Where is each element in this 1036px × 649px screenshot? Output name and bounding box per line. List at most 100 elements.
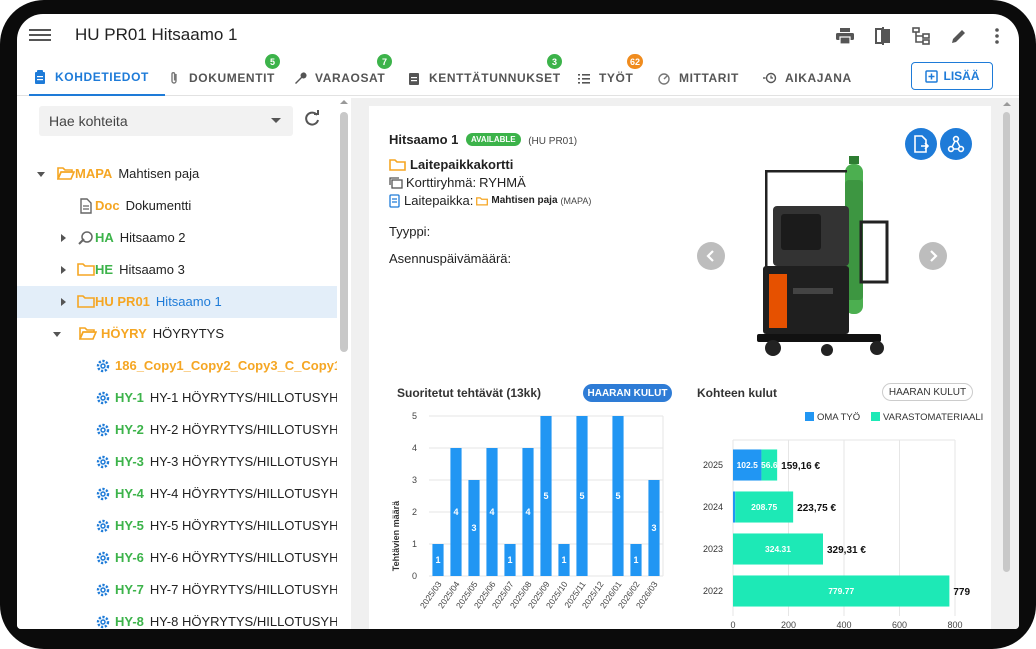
tree-item[interactable]: HY-6 HY-6 HÖYRYTYS/HILLOTUSYHI — [17, 542, 337, 574]
scrollbar-thumb[interactable] — [340, 112, 348, 352]
bar-value-label: 3 — [471, 523, 476, 533]
tree-item[interactable]: HA Hitsaamo 2 — [17, 222, 337, 254]
tab-dokumentit[interactable]: DOKUMENTIT 5 — [167, 54, 280, 96]
legend-label: VARASTOMATERIAALI — [883, 412, 983, 423]
share-network-button[interactable] — [940, 128, 972, 160]
tab-badge: 5 — [265, 54, 280, 69]
welding-machine-image — [757, 156, 889, 356]
tree-item-name: HY-1 HÖYRYTYS/HILLOTUSYHI — [149, 390, 337, 405]
paperclip-icon — [171, 72, 177, 84]
costs-chart-title: Kohteen kulut — [697, 386, 777, 400]
image-part — [859, 220, 889, 284]
tree-item[interactable]: HÖYRY HÖYRYTYS — [17, 318, 337, 350]
folder-icon — [77, 294, 95, 310]
search-select[interactable]: Hae kohteita — [39, 106, 293, 136]
bar-value-label: 1 — [507, 555, 512, 565]
export-document-button[interactable] — [905, 128, 937, 160]
scroll-up-arrow-icon[interactable] — [1003, 100, 1011, 108]
folder-icon — [476, 196, 489, 206]
location-value[interactable]: Mahtisen paja — [491, 195, 557, 206]
folder-open-icon — [56, 166, 76, 182]
folder-icon — [389, 159, 406, 171]
tree-item-code: HY-4 — [115, 486, 144, 501]
tree-item[interactable]: HY-2 HY-2 HÖYRYTYS/HILLOTUSYHI — [17, 414, 337, 446]
list-icon — [578, 74, 590, 84]
tree-item[interactable]: HE Hitsaamo 3 — [17, 254, 337, 286]
tree-item[interactable]: HY-8 HY-8 HÖYRYTYS/HILLOTUSYHI — [17, 606, 337, 629]
caret-right-icon[interactable] — [61, 266, 66, 274]
tab-aikajana[interactable]: AIKAJANA — [763, 60, 852, 96]
bar-value-label: 3 — [651, 523, 656, 533]
tree-item-name: Hitsaamo 1 — [155, 294, 222, 309]
detail-card: Hitsaamo 1 AVAILABLE (HU PR01) Laitepaik… — [369, 106, 991, 629]
tree-item[interactable]: HY-1 HY-1 HÖYRYTYS/HILLOTUSYHI — [17, 382, 337, 414]
tab-label: MITTARIT — [679, 71, 739, 85]
caret-down-icon[interactable] — [37, 172, 45, 177]
bar-value-label: 5 — [543, 491, 548, 501]
bar-value-label: 4 — [525, 507, 530, 517]
tree-item-name: HY-2 HÖYRYTYS/HILLOTUSYHI — [149, 422, 337, 437]
add-button[interactable]: LISÄÄ — [911, 62, 993, 90]
image-part — [849, 156, 859, 164]
compare-icon[interactable] — [871, 24, 895, 48]
scroll-up-arrow-icon[interactable] — [340, 98, 348, 106]
carousel-prev-button[interactable] — [697, 242, 725, 270]
bar-segment-label: 324.31 — [765, 544, 791, 554]
tree-item-code: HY-7 — [115, 582, 144, 597]
sidebar-scrollbar[interactable] — [340, 98, 348, 629]
scrollbar-thumb[interactable] — [1003, 112, 1010, 572]
tab-varaosat[interactable]: VARAOSAT 7 — [293, 54, 392, 96]
bar-segment-label: 56.6 — [761, 460, 778, 470]
tree-item-code: HY-6 — [115, 550, 144, 565]
search-placeholder: Hae kohteita — [49, 113, 128, 129]
detail-panel: Hitsaamo 1 AVAILABLE (HU PR01) Laitepaik… — [351, 98, 1019, 629]
tree-item[interactable]: HY-4 HY-4 HÖYRYTYS/HILLOTUSYHI — [17, 478, 337, 510]
caret-right-icon[interactable] — [61, 234, 66, 242]
object-name: Hitsaamo 1 — [389, 132, 459, 147]
y-tick-label: 2022 — [703, 586, 723, 596]
tree-item[interactable]: HY-7 HY-7 HÖYRYTYS/HILLOTUSYHI — [17, 574, 337, 606]
caret-right-icon[interactable] — [61, 298, 66, 306]
more-vert-icon[interactable] — [985, 24, 1009, 48]
y-tick-label: 0 — [412, 571, 417, 581]
gear-icon — [95, 422, 113, 438]
tree-item[interactable]: MAPA Mahtisen paja — [17, 158, 337, 190]
edit-pencil-icon[interactable] — [947, 24, 971, 48]
page-title: HU PR01 Hitsaamo 1 — [75, 25, 238, 44]
tab-tyot[interactable]: TYÖT 62 — [577, 54, 644, 96]
bar-value-label: 1 — [435, 555, 440, 565]
tab-mittarit[interactable]: MITTARIT — [657, 60, 739, 96]
hamburger-menu-icon[interactable] — [29, 26, 51, 46]
hierarchy-icon[interactable] — [909, 24, 933, 48]
refresh-icon[interactable] — [303, 110, 323, 130]
detail-scrollbar[interactable] — [1003, 102, 1011, 572]
x-tick-label: 400 — [836, 620, 851, 629]
carousel-next-button[interactable] — [919, 242, 947, 270]
caret-down-icon[interactable] — [53, 332, 61, 337]
tree-item[interactable]: HY-5 HY-5 HÖYRYTYS/HILLOTUSYHI — [17, 510, 337, 542]
tasks-branch-costs-button[interactable]: HAARAN KULUT — [583, 384, 672, 402]
tree-item-code: HA — [95, 230, 114, 245]
status-badge: AVAILABLE — [466, 133, 521, 146]
tree-item[interactable]: HU PR01 Hitsaamo 1 — [17, 286, 337, 318]
folder-icon — [77, 262, 95, 278]
bar-value-label: 5 — [579, 491, 584, 501]
bar-total-label: 329,31 € — [827, 545, 866, 556]
print-icon[interactable] — [833, 24, 857, 48]
bar-value-label: 5 — [615, 491, 620, 501]
tree-item[interactable]: Doc Dokumentti — [17, 190, 337, 222]
gear-icon — [95, 550, 113, 566]
tree-item[interactable]: HY-3 HY-3 HÖYRYTYS/HILLOTUSYHI — [17, 446, 337, 478]
tab-kohdetiedot[interactable]: KOHDETIEDOT — [29, 60, 165, 96]
costs-branch-costs-button[interactable]: HAARAN KULUT — [882, 383, 973, 401]
type-label: Tyyppi: — [389, 224, 431, 239]
gear-icon — [95, 390, 113, 406]
y-tick-label: 5 — [412, 411, 417, 421]
wrench-gear-icon — [77, 230, 95, 246]
tab-kenttatunnukset[interactable]: KENTTÄTUNNUKSET 3 — [407, 54, 562, 96]
tree-item[interactable]: 186_Copy1_Copy2_Copy3_C_Copy16 — [17, 350, 337, 382]
tree-item-code: 186_Copy1_Copy2_Copy3_C_Copy16 — [115, 358, 337, 373]
tree-item-code: HE — [95, 262, 114, 277]
tab-label: KENTTÄTUNNUKSET — [429, 71, 561, 85]
cards-icon — [389, 176, 403, 189]
